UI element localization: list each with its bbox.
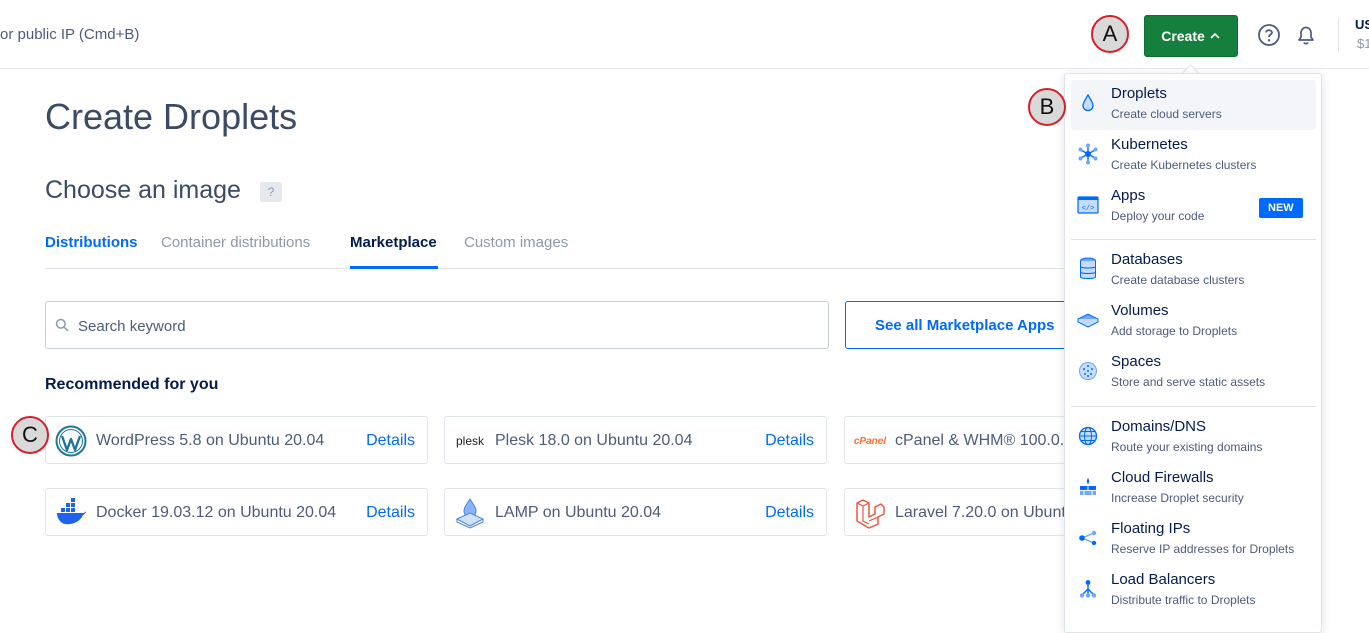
details-link[interactable]: Details	[366, 432, 415, 450]
menu-item-subtitle: Store and serve static assets	[1111, 375, 1266, 389]
menu-item-subtitle: Route your existing domains	[1111, 440, 1263, 454]
menu-divider	[1071, 406, 1316, 407]
menu-item-title: Droplets	[1111, 85, 1167, 102]
lamp-icon	[454, 497, 486, 529]
floating-ip-icon	[1077, 527, 1099, 549]
search-input[interactable]	[76, 302, 820, 350]
top-bar: or public IP (Cmd+B) Create US $1	[0, 0, 1369, 69]
menu-item-subtitle: Deploy your code	[1111, 209, 1205, 223]
spaces-icon	[1077, 360, 1099, 382]
tab-container-distributions[interactable]: Container distributions	[161, 234, 310, 251]
see-all-marketplace-button[interactable]: See all Marketplace Apps	[845, 301, 1075, 349]
topbar-divider	[1338, 18, 1339, 52]
page-title: Create Droplets	[45, 96, 298, 137]
menu-item-spaces[interactable]: Spaces Store and serve static assets	[1071, 348, 1316, 398]
active-tab-indicator	[350, 266, 438, 269]
menu-item-apps[interactable]: </> Apps Deploy your code NEW	[1071, 182, 1316, 232]
docker-icon	[55, 497, 87, 529]
create-dropdown-menu: Droplets Create cloud servers Kubernetes…	[1064, 73, 1322, 633]
menu-item-kubernetes[interactable]: Kubernetes Create Kubernetes clusters	[1071, 131, 1316, 181]
help-badge[interactable]: ?	[260, 182, 282, 202]
create-button-label: Create	[1161, 28, 1205, 44]
menu-item-subtitle: Reserve IP addresses for Droplets	[1111, 542, 1295, 556]
bell-icon[interactable]	[1295, 24, 1317, 46]
help-icon[interactable]	[1258, 24, 1280, 46]
load-balancer-icon	[1077, 578, 1099, 600]
tab-distributions[interactable]: Distributions	[45, 234, 138, 251]
app-card-name: Docker 19.03.12 on Ubuntu 20.04	[96, 504, 337, 521]
menu-divider	[1071, 239, 1316, 240]
wordpress-icon	[55, 425, 87, 457]
app-card-name: Plesk 18.0 on Ubuntu 20.04	[495, 432, 693, 449]
account-region[interactable]: US	[1355, 17, 1369, 32]
app-card[interactable]: plesk Plesk 18.0 on Ubuntu 20.04 Details	[444, 416, 827, 464]
menu-item-floating-ips[interactable]: Floating IPs Reserve IP addresses for Dr…	[1071, 515, 1316, 565]
account-balance: $1	[1357, 36, 1369, 51]
menu-item-title: Load Balancers	[1111, 571, 1216, 588]
volume-icon	[1077, 309, 1099, 331]
section-title: Choose an image	[45, 176, 241, 204]
menu-item-title: Domains/DNS	[1111, 418, 1207, 435]
app-card[interactable]: Laravel 7.20.0 on Ubuntu	[844, 488, 1084, 536]
marker-a: A	[1091, 15, 1129, 53]
app-card-name: Laravel 7.20.0 on Ubuntu	[895, 504, 1075, 521]
laravel-icon	[854, 497, 886, 529]
menu-item-title: Apps	[1111, 187, 1146, 204]
firewall-icon	[1077, 476, 1099, 498]
recommended-title: Recommended for you	[45, 376, 219, 393]
app-card[interactable]: Docker 19.03.12 on Ubuntu 20.04 Details	[45, 488, 428, 536]
menu-item-title: Volumes	[1111, 302, 1169, 319]
tab-marketplace[interactable]: Marketplace	[350, 234, 437, 251]
app-card-name: cPanel & WHM® 100.0.4	[895, 432, 1074, 449]
tab-custom-images[interactable]: Custom images	[464, 234, 568, 251]
menu-item-droplets[interactable]: Droplets Create cloud servers	[1071, 80, 1316, 130]
menu-item-title: Spaces	[1111, 353, 1162, 370]
database-icon	[1077, 257, 1099, 280]
details-link[interactable]: Details	[765, 432, 814, 450]
menu-item-subtitle: Distribute traffic to Droplets	[1111, 593, 1256, 607]
details-link[interactable]: Details	[765, 504, 814, 522]
details-link[interactable]: Details	[366, 504, 415, 522]
menu-item-databases[interactable]: Databases Create database clusters	[1071, 246, 1316, 296]
menu-item-load-balancers[interactable]: Load Balancers Distribute traffic to Dro…	[1071, 566, 1316, 616]
chevron-up-icon	[1210, 32, 1220, 39]
droplet-icon	[1077, 92, 1099, 114]
menu-item-domains-dns[interactable]: Domains/DNS Route your existing domains	[1071, 413, 1316, 463]
globe-icon	[1077, 425, 1099, 447]
image-tabs: Distributions Container distributions Ma…	[45, 228, 1105, 269]
svg-text:</>: </>	[1082, 205, 1095, 213]
app-card[interactable]: cPanel cPanel & WHM® 100.0.4	[844, 416, 1084, 464]
marker-c: C	[11, 416, 49, 454]
menu-item-subtitle: Add storage to Droplets	[1111, 324, 1238, 338]
menu-item-cloud-firewalls[interactable]: Cloud Firewalls Increase Droplet securit…	[1071, 464, 1316, 514]
cpanel-icon: cPanel	[854, 425, 886, 457]
global-search-hint[interactable]: or public IP (Cmd+B)	[0, 26, 139, 43]
menu-item-title: Kubernetes	[1111, 136, 1188, 153]
apps-icon: </>	[1077, 194, 1099, 216]
menu-item-volumes[interactable]: Volumes Add storage to Droplets	[1071, 297, 1316, 347]
menu-item-subtitle: Create database clusters	[1111, 273, 1245, 287]
plesk-logo-text: plesk	[455, 434, 484, 448]
search-icon	[55, 318, 69, 332]
menu-item-title: Databases	[1111, 251, 1183, 268]
menu-item-subtitle: Create cloud servers	[1111, 107, 1222, 121]
app-card-name: WordPress 5.8 on Ubuntu 20.04	[96, 432, 325, 449]
menu-item-title: Cloud Firewalls	[1111, 469, 1214, 486]
app-card[interactable]: LAMP on Ubuntu 20.04 Details	[444, 488, 827, 536]
app-card-name: LAMP on Ubuntu 20.04	[495, 504, 662, 521]
kubernetes-icon	[1077, 143, 1099, 165]
plesk-icon: plesk	[454, 425, 486, 457]
new-badge: NEW	[1259, 198, 1303, 218]
menu-item-subtitle: Increase Droplet security	[1111, 491, 1244, 505]
menu-item-title: Floating IPs	[1111, 520, 1191, 537]
menu-item-subtitle: Create Kubernetes clusters	[1111, 158, 1257, 172]
app-card[interactable]: WordPress 5.8 on Ubuntu 20.04 Details	[45, 416, 428, 464]
cpanel-logo-text: cPanel	[853, 435, 887, 447]
marketplace-search	[45, 301, 829, 350]
marker-b: B	[1028, 88, 1066, 126]
create-button[interactable]: Create	[1144, 15, 1238, 57]
